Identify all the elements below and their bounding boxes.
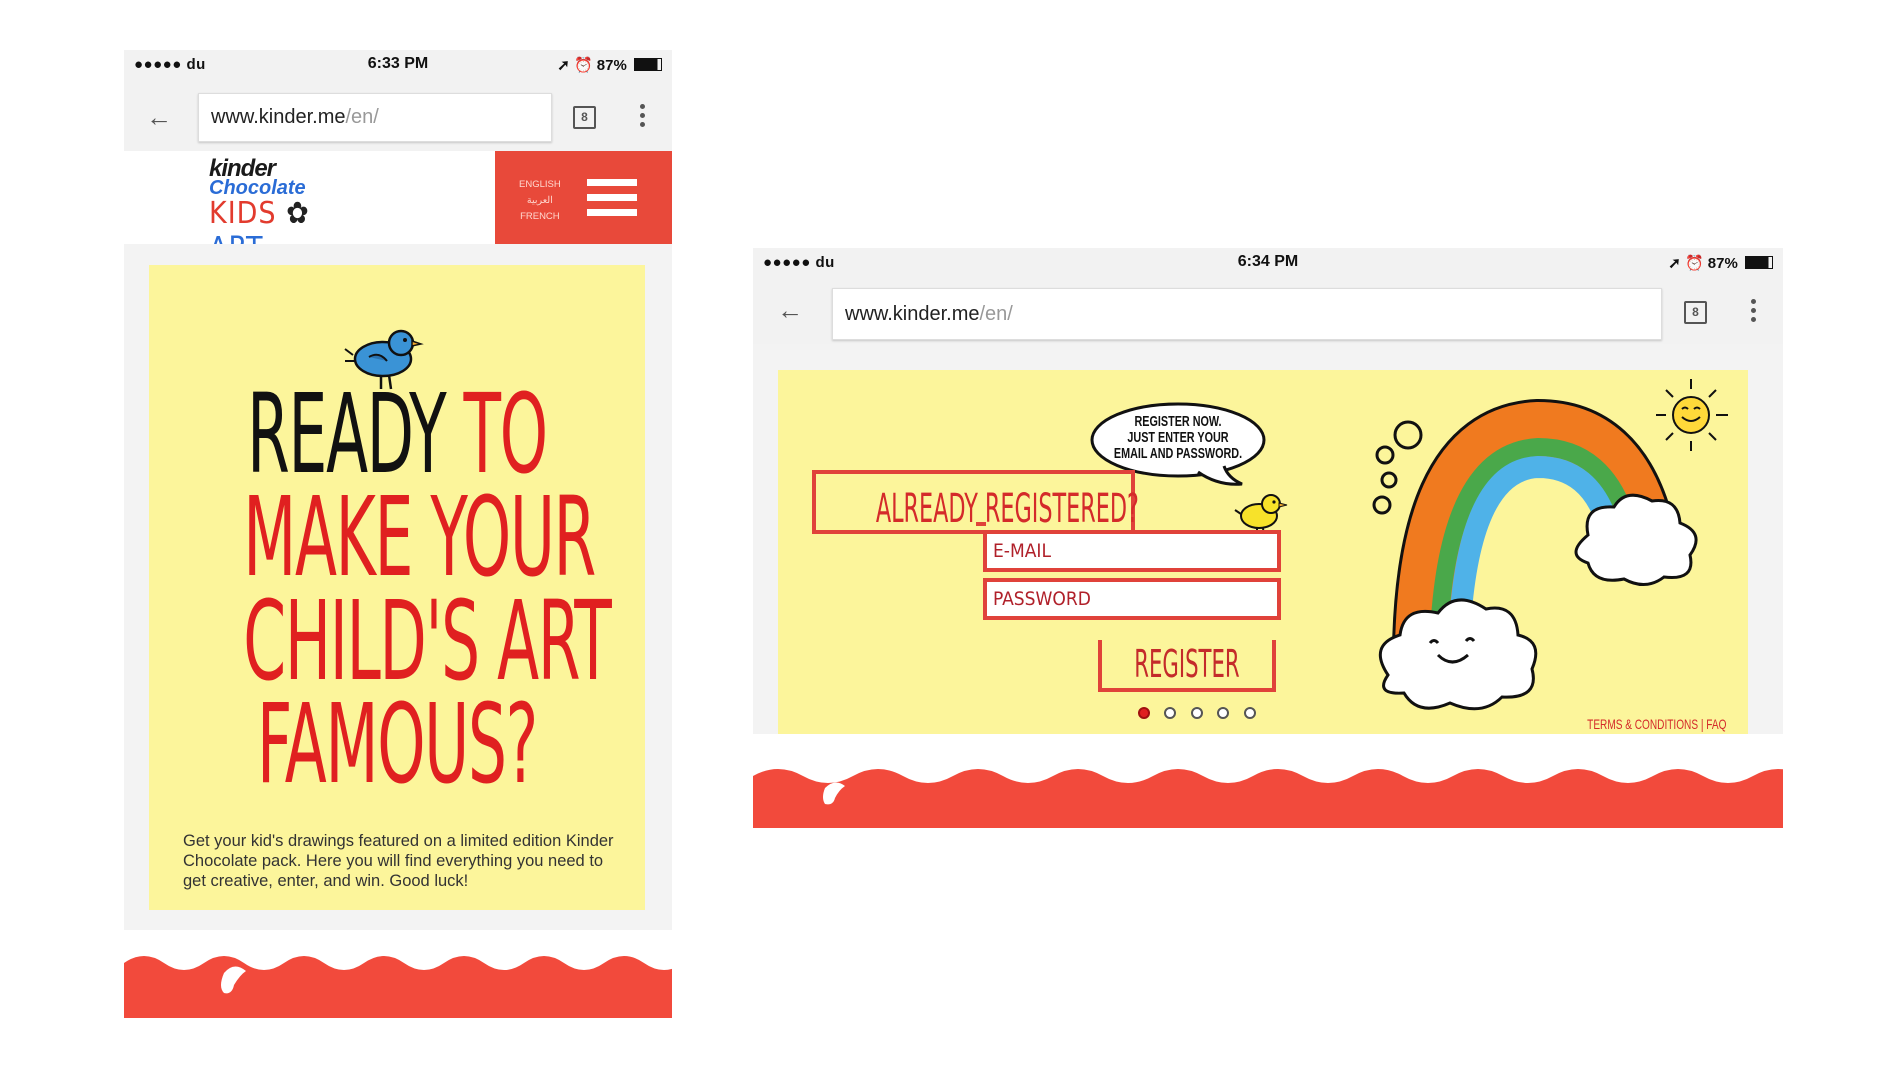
kinder-kids-art-logo[interactable]: kinder Chocolate KIDS ✿ ART	[209, 155, 329, 266]
bubbles-icon	[1372, 420, 1423, 515]
location-arrow-icon: ➚	[557, 57, 570, 74]
sun-icon	[1656, 379, 1728, 451]
battery-icon	[634, 58, 662, 71]
status-time: 6:34 PM	[1237, 253, 1299, 270]
email-field[interactable]	[983, 530, 1281, 572]
headline-line4: FAMOUS?	[256, 680, 538, 809]
pager-dot-5[interactable]	[1243, 707, 1256, 719]
hero-card: READY TO MAKE YOUR CHILD'S ART FAMOUS? G…	[149, 265, 645, 910]
footer-links[interactable]: TERMS & CONDITIONS | FAQ	[1587, 716, 1726, 732]
logo-kids: KIDS	[209, 196, 277, 231]
battery-icon	[1745, 256, 1773, 269]
url-host: www.kinder.me	[211, 106, 346, 128]
status-bar: ●●●●● du 6:33 PM ➚ ⏰ 87%	[124, 50, 672, 83]
hero-headline: READY TO MAKE YOUR CHILD'S ART FAMOUS?	[243, 379, 612, 809]
pager-dot-4[interactable]	[1217, 707, 1230, 719]
browser-toolbar: ← www.kinder.me/en/ 8	[753, 276, 1783, 344]
back-arrow-icon[interactable]: ←	[146, 104, 172, 130]
password-field[interactable]	[983, 578, 1281, 620]
tabs-icon[interactable]: 8	[573, 106, 596, 129]
carousel-pager	[1138, 706, 1266, 724]
already-registered-label: ALREADY REGISTERED?	[875, 486, 1139, 532]
pager-dot-1[interactable]	[1138, 707, 1150, 719]
overflow-menu-icon[interactable]	[1751, 299, 1757, 326]
lang-french[interactable]: FRENCH	[519, 209, 561, 225]
alarm-icon: ⏰	[1684, 255, 1704, 272]
location-arrow-icon: ➚	[1668, 255, 1681, 272]
register-button[interactable]: REGISTER	[1098, 640, 1276, 692]
battery-status: ➚ ⏰ 87%	[557, 56, 662, 74]
headline-line2: MAKE YOUR	[243, 473, 596, 602]
url-host: www.kinder.me	[845, 302, 980, 325]
browser-toolbar: ← www.kinder.me/en/ 8	[124, 83, 672, 151]
battery-percent: 87%	[1707, 255, 1738, 272]
headline-line3: CHILD'S ART	[243, 576, 612, 705]
intro-paragraph: Get your kid's drawings featured on a li…	[183, 832, 614, 890]
url-bar[interactable]: www.kinder.me/en/	[832, 288, 1662, 340]
register-label: REGISTER	[1134, 642, 1240, 686]
alarm-icon: ⏰	[573, 57, 593, 74]
url-path: /en/	[345, 106, 379, 128]
pager-dot-3[interactable]	[1190, 707, 1203, 719]
overflow-menu-icon[interactable]	[640, 104, 646, 131]
already-registered-banner[interactable]: ALREADY REGISTERED?	[812, 470, 1139, 534]
landscape-phone: ●●●●● du 6:34 PM ➚ ⏰ 87% ← www.kinder.me…	[753, 248, 1783, 828]
speech-line-1: REGISTER NOW.	[1134, 413, 1222, 430]
login-card: REGISTER NOW. JUST ENTER YOUR EMAIL AND …	[778, 370, 1748, 734]
status-bar: ●●●●● du 6:34 PM ➚ ⏰ 87%	[753, 248, 1783, 276]
speech-line-3: EMAIL AND PASSWORD.	[1113, 445, 1243, 462]
speech-text: REGISTER NOW. JUST ENTER YOUR EMAIL AND …	[1113, 414, 1243, 462]
portrait-phone: ●●●●● du 6:33 PM ➚ ⏰ 87% ← www.kinder.me…	[124, 50, 672, 1018]
battery-status: ➚ ⏰ 87%	[1668, 254, 1773, 272]
speech-line-2: JUST ENTER YOUR	[1127, 429, 1229, 446]
battery-percent: 87%	[596, 57, 627, 74]
tabs-icon[interactable]: 8	[1684, 301, 1707, 324]
email-input[interactable]	[987, 534, 1277, 568]
password-input[interactable]	[987, 582, 1277, 616]
url-bar[interactable]: www.kinder.me/en/	[198, 93, 552, 142]
red-wave-footer	[753, 769, 1783, 828]
back-arrow-icon[interactable]: ←	[777, 297, 803, 323]
lang-english[interactable]: ENGLISH	[519, 177, 561, 193]
lang-arabic[interactable]: العربية	[519, 193, 561, 209]
pager-dot-2[interactable]	[1164, 707, 1177, 719]
url-path: /en/	[979, 302, 1013, 325]
language-list: ENGLISH العربية FRENCH	[519, 177, 561, 225]
hamburger-icon[interactable]	[587, 179, 637, 224]
red-wave-footer	[124, 956, 672, 1018]
language-menu-panel: ENGLISH العربية FRENCH	[495, 151, 672, 244]
site-header: kinder Chocolate KIDS ✿ ART ENGLISH العر…	[124, 151, 672, 266]
rainbow-illustration	[1372, 379, 1728, 711]
form-connector	[976, 522, 986, 526]
